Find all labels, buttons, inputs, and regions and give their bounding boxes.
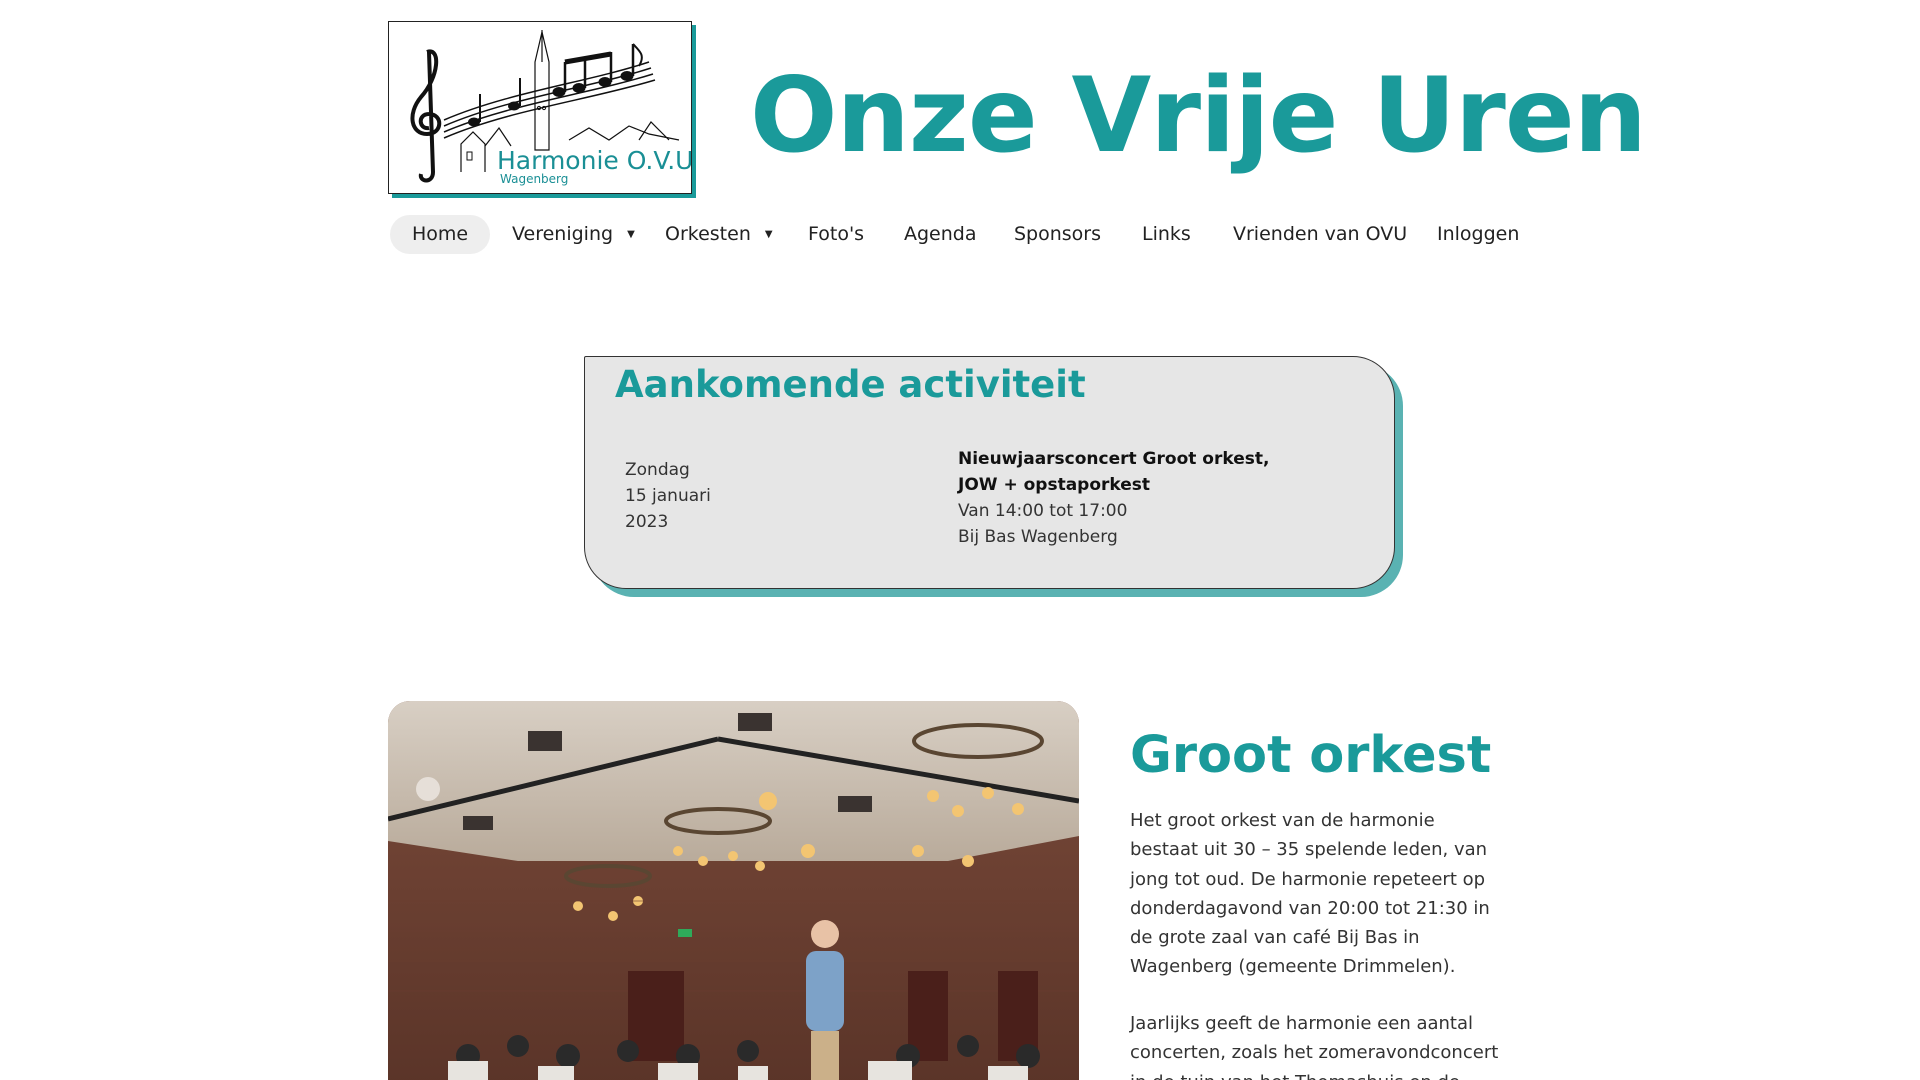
logo-name: Harmonie O.V.U bbox=[497, 146, 692, 175]
nav-item-inloggen[interactable]: Inloggen bbox=[1437, 215, 1519, 254]
orchestra-concert-image-icon bbox=[388, 701, 1079, 1080]
activity-date-value: 15 januari bbox=[625, 486, 711, 506]
logo-place: Wagenberg bbox=[500, 172, 569, 186]
nav-item-label: Inloggen bbox=[1437, 223, 1520, 245]
orchestra-photo bbox=[388, 701, 1079, 1080]
caret-down-icon: ▼ bbox=[627, 229, 635, 240]
nav-item-label: Agenda bbox=[904, 223, 977, 245]
nav-item-label: Sponsors bbox=[1014, 223, 1102, 245]
nav-item-label: Home bbox=[412, 223, 469, 245]
activity-time: Van 14:00 tot 17:00 bbox=[958, 501, 1128, 521]
activity-title-link[interactable]: Nieuwjaarsconcert Groot orkest, JOW + op… bbox=[958, 446, 1308, 498]
nav-item-label: Foto's bbox=[808, 223, 865, 245]
activity-year: 2023 bbox=[625, 512, 669, 532]
nav-item-label: Vereniging bbox=[512, 223, 614, 245]
nav-item-vereniging[interactable]: Vereniging ▼ bbox=[512, 215, 635, 254]
site-logo[interactable]: Harmonie O.V.U Wagenberg bbox=[388, 21, 692, 194]
nav-item-links[interactable]: Links bbox=[1142, 215, 1191, 254]
nav-item-label: Links bbox=[1142, 223, 1191, 245]
section-paragraph: Het groot orkest van de harmonie bestaat… bbox=[1130, 810, 1490, 978]
site-title: Onze Vrije Uren bbox=[750, 56, 1647, 176]
activity-date: Zondag 15 januari 2023 bbox=[625, 457, 711, 535]
nav-item-label: Vrienden van OVU bbox=[1233, 223, 1408, 245]
nav-item-label: Orkesten bbox=[665, 223, 751, 245]
activity-day: Zondag bbox=[625, 460, 690, 480]
nav-item-orkesten[interactable]: Orkesten ▼ bbox=[665, 215, 773, 254]
nav-item-home[interactable]: Home bbox=[390, 215, 491, 254]
section-heading: Groot orkest bbox=[1130, 726, 1492, 785]
nav-item-vrienden[interactable]: Vrienden van OVU bbox=[1233, 215, 1407, 254]
section-paragraph: Jaarlijks geeft de harmonie een aantal c… bbox=[1130, 1013, 1499, 1080]
upcoming-activity-card: Aankomende activiteit Zondag 15 januari … bbox=[584, 356, 1395, 589]
nav-item-sponsors[interactable]: Sponsors bbox=[1014, 215, 1101, 254]
activity-heading: Aankomende activiteit bbox=[615, 363, 1086, 406]
activity-info: Nieuwjaarsconcert Groot orkest, JOW + op… bbox=[958, 446, 1308, 550]
nav-item-agenda[interactable]: Agenda bbox=[904, 215, 977, 254]
nav-item-fotos[interactable]: Foto's bbox=[808, 215, 864, 254]
caret-down-icon: ▼ bbox=[764, 229, 773, 240]
activity-location: Bij Bas Wagenberg bbox=[958, 527, 1118, 547]
